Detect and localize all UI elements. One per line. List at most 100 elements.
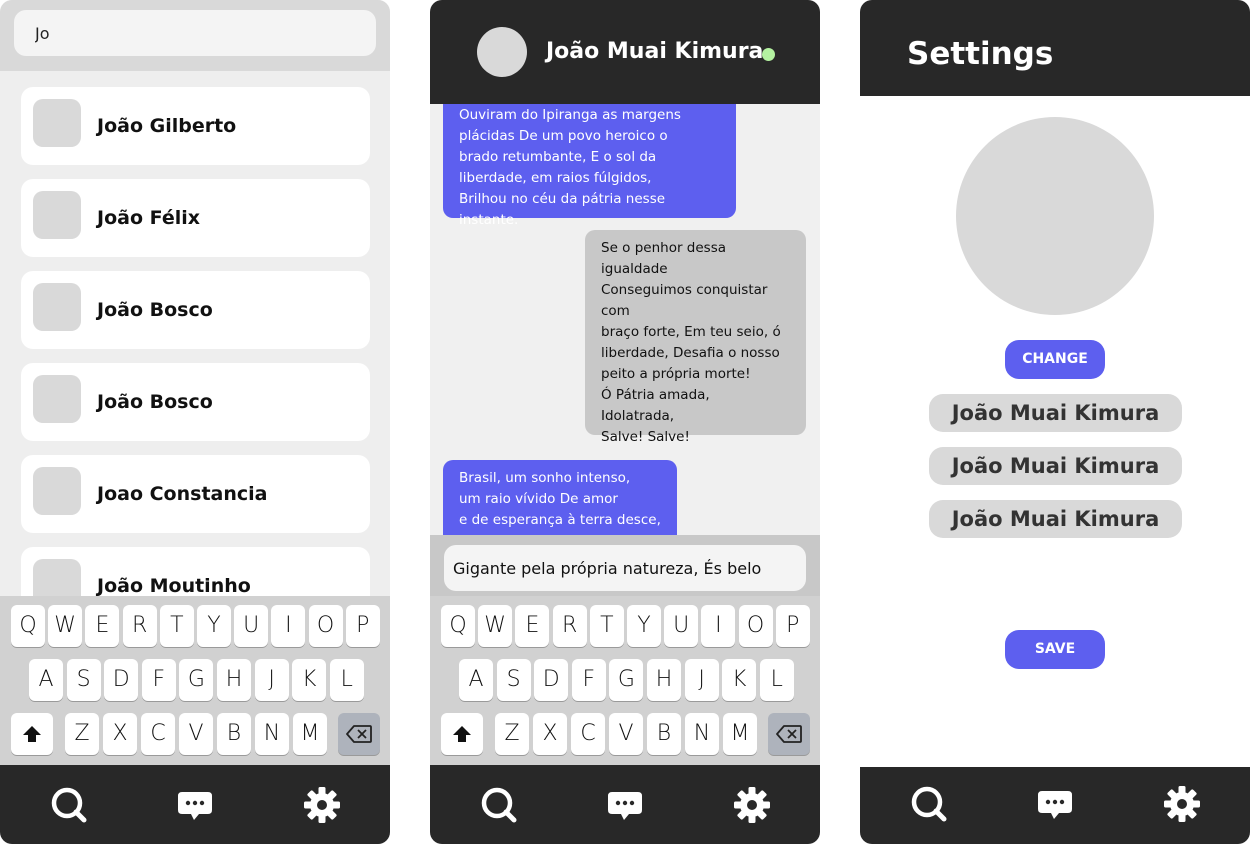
key-o[interactable]: O [308,605,343,647]
profile-picture [956,117,1154,315]
key-t[interactable]: T [159,605,194,647]
key-q[interactable]: Q [441,605,475,647]
name-field[interactable]: João Muai Kimura [929,394,1182,432]
keyboard: QWERTYUIOP ASDFGHJKL ZXCVBNM [0,596,390,765]
key-l[interactable]: L [329,659,364,701]
key-r[interactable]: R [552,605,587,647]
change-photo-button[interactable]: CHANGE [1005,340,1105,379]
page-title: Settings [907,36,1054,72]
key-v[interactable]: V [179,713,213,755]
key-k[interactable]: K [292,659,327,701]
shift-arrow-icon [453,726,471,742]
message-input[interactable] [444,545,806,591]
contact-result[interactable]: João Gilberto [21,87,370,165]
outgoing-message: Se o penhor dessa igualdade Conseguimos … [585,230,806,445]
key-c[interactable]: C [571,713,605,755]
nav-search-button[interactable] [909,784,949,824]
avatar [33,467,81,515]
nav-chat-button[interactable] [605,785,645,825]
chat-header: João Muai Kimura [430,0,820,104]
key-w[interactable]: W [478,605,513,647]
key-m[interactable]: M [723,713,757,755]
key-k[interactable]: K [722,659,757,701]
gear-icon [304,787,340,823]
key-t[interactable]: T [589,605,624,647]
key-s[interactable]: S [496,659,531,701]
key-n[interactable]: N [685,713,719,755]
nav-chat-button[interactable] [175,785,215,825]
key-l[interactable]: L [759,659,794,701]
key-f[interactable]: F [141,659,176,701]
key-h[interactable]: H [647,659,681,701]
key-f[interactable]: F [571,659,606,701]
avatar [33,99,81,147]
key-o[interactable]: O [738,605,773,647]
nav-chat-button[interactable] [1035,784,1075,824]
key-e[interactable]: E [515,605,550,647]
key-j[interactable]: J [684,659,719,701]
key-n[interactable]: N [255,713,289,755]
key-i[interactable]: I [701,605,736,647]
key-b[interactable]: B [647,713,681,755]
key-w[interactable]: W [48,605,83,647]
avatar[interactable] [477,27,527,77]
key-u[interactable]: U [234,605,269,647]
keyboard: QWERTYUIOP ASDFGHJKL ZXCVBNM [430,596,820,765]
key-c[interactable]: C [141,713,175,755]
nav-search-button[interactable] [479,785,519,825]
contact-name: João Félix [97,207,200,229]
online-status-dot [762,48,775,61]
contact-result[interactable]: João Moutinho [21,547,370,596]
key-h[interactable]: H [217,659,251,701]
save-button[interactable]: SAVE [1005,630,1105,669]
avatar [33,283,81,331]
key-d[interactable]: D [534,659,569,701]
key-j[interactable]: J [254,659,289,701]
key-y[interactable]: Y [197,605,231,647]
key-v[interactable]: V [609,713,643,755]
key-g[interactable]: G [609,659,644,701]
nav-settings-button[interactable] [1162,784,1202,824]
chat-bubble-icon [1038,791,1072,819]
key-y[interactable]: Y [627,605,661,647]
key-q[interactable]: Q [11,605,45,647]
key-z[interactable]: Z [495,713,529,755]
search-input[interactable] [14,10,376,56]
name-field[interactable]: João Muai Kimura [929,500,1182,538]
backspace-icon [776,725,802,743]
search-icon [911,786,947,822]
shift-key[interactable] [11,713,53,755]
key-i[interactable]: I [271,605,306,647]
chat-screen: João Muai Kimura Ouviram do Ipiranga as … [430,0,820,844]
avatar [33,191,81,239]
key-b[interactable]: B [217,713,251,755]
contact-result[interactable]: João Félix [21,179,370,257]
key-s[interactable]: S [66,659,101,701]
contact-result[interactable]: João Bosco [21,271,370,349]
key-d[interactable]: D [104,659,139,701]
key-z[interactable]: Z [65,713,99,755]
key-g[interactable]: G [179,659,214,701]
nav-settings-button[interactable] [732,785,772,825]
nav-search-button[interactable] [49,785,89,825]
key-p[interactable]: P [775,605,810,647]
message-list: Ouviram do Ipiranga as margens plácidas … [430,104,820,535]
key-x[interactable]: X [533,713,567,755]
key-r[interactable]: R [122,605,157,647]
bottom-nav [860,767,1250,844]
backspace-key[interactable] [338,713,380,755]
contact-result[interactable]: Joao Constancia [21,455,370,533]
name-field[interactable]: João Muai Kimura [929,447,1182,485]
key-x[interactable]: X [103,713,137,755]
chat-bubble-icon [178,792,212,820]
key-e[interactable]: E [85,605,120,647]
key-u[interactable]: U [664,605,699,647]
backspace-key[interactable] [768,713,810,755]
nav-settings-button[interactable] [302,785,342,825]
key-p[interactable]: P [345,605,380,647]
contact-result[interactable]: João Bosco [21,363,370,441]
key-m[interactable]: M [293,713,327,755]
key-a[interactable]: A [29,659,63,701]
shift-key[interactable] [441,713,483,755]
key-a[interactable]: A [459,659,493,701]
